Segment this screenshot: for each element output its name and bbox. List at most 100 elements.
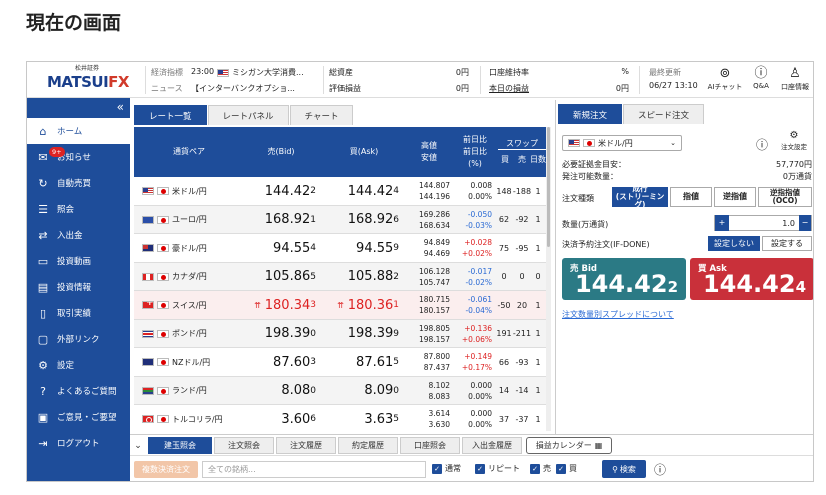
plus-button[interactable]: + — [715, 215, 729, 231]
econ-link[interactable]: ミシガン大学消費... — [217, 67, 317, 78]
tab-exec-history[interactable]: 約定履歴 — [338, 437, 398, 454]
minus-button[interactable]: − — [799, 215, 811, 231]
bid-price[interactable]: ⇈ 180.34 3 — [234, 291, 316, 319]
bottom-bar: 複数決済注文 全ての銘柄... ✓ 通常 ✓ リピート ✓ 売 ✓ 買 ⚲ 検索 ⓘ — [130, 455, 813, 481]
table-row[interactable]: ポンド/円 198.39 0 198.39 9 198.805 198.157 +0.136 +… — [134, 319, 546, 348]
high-low: 87.800 87.437 — [423, 352, 450, 372]
sidebar-item-inquiry[interactable]: ☰ 照会 — [27, 196, 130, 222]
sidebar-item-info[interactable]: ▤ 投資情報 — [27, 274, 130, 300]
sidebar-item-deposit[interactable]: ⇄ 入出金 — [27, 222, 130, 248]
bid-price[interactable]: 3.60 6 — [234, 405, 316, 431]
table-row[interactable]: スイス/円⇈180.343⇈180.361 180.715180.157 -0.06… — [134, 291, 546, 320]
sidebar-item-auto-trade[interactable]: ↻ 自動売買 — [27, 170, 130, 196]
ask-price[interactable]: ⇈ 180.36 1 — [319, 291, 399, 319]
tab-order-history[interactable]: 注文履歴 — [276, 437, 336, 454]
table-row[interactable]: 豪ドル/円 94.55 4 94.55 9 94.849 94.469 +0.028 +0.02… — [134, 234, 546, 263]
bid-price[interactable]: 94.55 4 — [234, 234, 316, 262]
ask-price[interactable]: 168.92 6 — [319, 206, 399, 234]
tab-pl-calendar[interactable]: 損益カレンダー ▦ — [526, 437, 612, 454]
col-bid: 売(Bid) — [267, 147, 295, 156]
tab-rate-panel[interactable]: レートパネル — [207, 105, 289, 125]
table-row[interactable]: トルコリラ/円 3.60 6 3.63 5 3.614 3.630 0.000 0.00% 37-… — [134, 405, 546, 431]
ifdone-on-button[interactable]: 設定する — [762, 236, 812, 251]
sidebar-item-home[interactable]: ⌂ ホーム — [27, 118, 130, 144]
tab-chart[interactable]: チャート — [289, 105, 354, 125]
tab-speed-order[interactable]: スピード注文 — [623, 104, 705, 124]
ask-price[interactable]: 87.61 5 — [319, 348, 399, 376]
news-link[interactable]: 【インターバンクオプショ... — [191, 83, 318, 94]
check-buy[interactable]: ✓ 買 — [556, 463, 577, 474]
ask-price[interactable]: 144.42 4 — [319, 177, 399, 205]
bid-price[interactable]: 105.86 5 — [234, 263, 316, 291]
bulk-settle-button[interactable]: 複数決済注文 — [134, 461, 198, 478]
account-button[interactable]: ♙ 口座情報 — [777, 66, 813, 92]
type-stop[interactable]: 逆指値 — [714, 187, 756, 207]
check-normal[interactable]: ✓ 通常 — [432, 463, 461, 474]
chevron-down-icon[interactable]: ⌄ — [132, 437, 144, 454]
ask-price[interactable]: 3.63 5 — [319, 405, 399, 431]
gb-flag-icon — [142, 329, 154, 338]
sidebar-item-video[interactable]: ▭ 投資動画 — [27, 248, 130, 274]
sidebar-item-settings[interactable]: ⚙ 設定 — [27, 352, 130, 378]
pair-select[interactable]: 米ドル/円 ⌄ — [562, 135, 682, 151]
bid-price[interactable]: 144.42 2 — [234, 177, 316, 205]
sell-button[interactable]: 売 Bid 144.422 — [562, 258, 686, 300]
high-low: 144.807 144.196 — [418, 181, 450, 201]
help-icon[interactable]: ⓘ — [654, 461, 666, 478]
today-pl-link[interactable]: 本日の損益 — [489, 83, 529, 94]
qty-input[interactable]: 1.0 — [729, 219, 799, 228]
bid-price[interactable]: 198.39 0 — [234, 320, 316, 348]
table-row[interactable]: ユーロ/円 168.92 1 168.92 6 169.286 168.634 -0.050-… — [134, 205, 546, 234]
ask-price[interactable]: 105.88 2 — [319, 263, 399, 291]
sidebar-item-news[interactable]: ✉ 9+ お知らせ — [27, 144, 130, 170]
logo[interactable]: 松井証券 MATSUIFX — [47, 65, 129, 95]
symbol-search-input[interactable]: 全ての銘柄... — [202, 461, 426, 478]
type-limit[interactable]: 指値 — [670, 187, 712, 207]
tab-orders[interactable]: 注文照会 — [214, 437, 274, 454]
bid-price[interactable]: 87.60 3 — [234, 348, 316, 376]
sidebar-item-faq[interactable]: ? よくあるご質問 — [27, 378, 130, 404]
ifdone-off-button[interactable]: 設定しない — [708, 236, 760, 251]
auto-trade-icon: ↻ — [38, 176, 48, 190]
pair-cell: ランド/円 — [142, 377, 242, 405]
spread-link[interactable]: 注文数量別スプレッドについて — [562, 309, 674, 320]
sidebar-item-logout[interactable]: ⇥ ログアウト — [27, 430, 130, 456]
bid-price[interactable]: 168.92 1 — [234, 206, 316, 234]
comment-icon: ▣ — [37, 410, 49, 424]
table-row[interactable]: 米ドル/円 144.42 2 144.42 4 144.807 144.196 0.008 0.… — [134, 177, 546, 206]
change: -0.050 -0.03% — [465, 209, 492, 230]
ask-price[interactable]: 198.39 9 — [319, 320, 399, 348]
bid-price[interactable]: 8.08 0 — [234, 377, 316, 405]
qa-button[interactable]: ⓘ Q&A — [743, 66, 779, 90]
tab-deposit-history[interactable]: 入出金履歴 — [462, 437, 522, 454]
help-icon[interactable]: ⓘ — [756, 136, 768, 153]
type-market[interactable]: 成行 (ストリーミング) — [612, 185, 668, 209]
tab-rate-list[interactable]: レート一覧 — [134, 105, 207, 125]
ask-price[interactable]: 8.09 0 — [319, 377, 399, 405]
rate-table-scrollbar[interactable] — [546, 127, 551, 431]
table-row[interactable]: ランド/円 8.08 0 8.09 0 8.102 8.083 0.000 0.00% 14 -14… — [134, 376, 546, 405]
total-assets-value: 0円 — [455, 68, 469, 77]
jp-flag-icon — [157, 386, 169, 395]
sidebar-item-results[interactable]: ▯ 取引実績 — [27, 300, 130, 326]
check-sell[interactable]: ✓ 売 — [530, 463, 551, 474]
col-days: 日数 — [530, 155, 546, 164]
buy-button[interactable]: 買 Ask 144.424 — [690, 258, 813, 300]
check-repeat[interactable]: ✓ リピート — [475, 463, 520, 474]
tab-account[interactable]: 口座照会 — [400, 437, 460, 454]
sidebar-item-links[interactable]: ▢ 外部リンク — [27, 326, 130, 352]
ai-chat-button[interactable]: ⊚ AIチャット — [707, 66, 743, 92]
sidebar-item-feedback[interactable]: ▣ ご意見・ご要望 — [27, 404, 130, 430]
pair-cell: NZドル/円 — [142, 348, 242, 376]
ask-price[interactable]: 94.55 9 — [319, 234, 399, 262]
nz-flag-icon — [142, 358, 154, 366]
order-settings-button[interactable]: ⚙ 注文設定 — [781, 130, 807, 151]
jp-flag-icon — [157, 301, 169, 309]
search-button[interactable]: ⚲ 検索 — [602, 460, 646, 478]
collapse-icon[interactable]: « — [117, 100, 124, 114]
tab-positions[interactable]: 建玉照会 — [148, 437, 212, 454]
table-row[interactable]: NZドル/円 87.60 3 87.61 5 87.800 87.437 +0.149 +0.1… — [134, 348, 546, 377]
tab-new-order[interactable]: 新規注文 — [558, 104, 623, 124]
type-oco[interactable]: 逆指指値 (OCO) — [758, 187, 812, 207]
table-row[interactable]: カナダ/円 105.86 5 105.88 2 106.128 105.747 -0.017-… — [134, 262, 546, 291]
